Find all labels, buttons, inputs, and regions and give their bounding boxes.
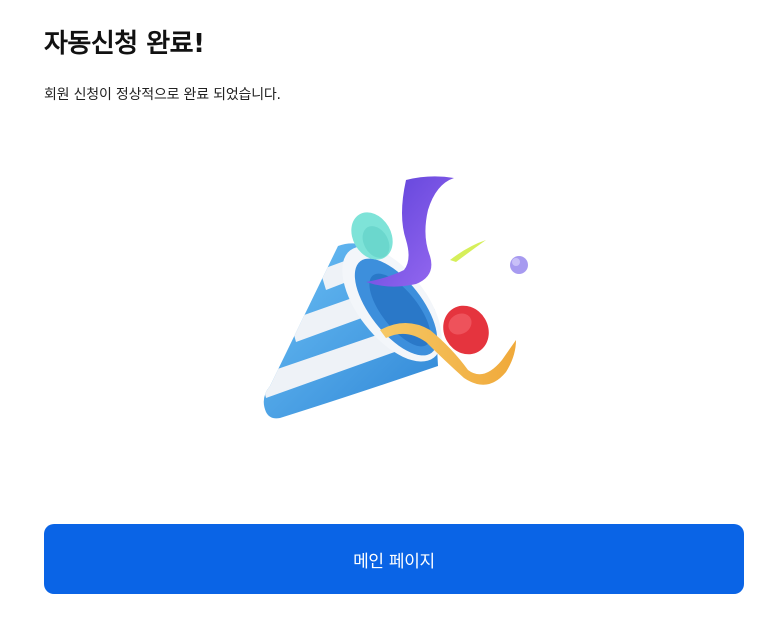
page-title: 자동신청 완료!	[44, 29, 205, 59]
completion-message: 회원 신청이 정상적으로 완료 되었습니다.	[44, 87, 281, 103]
main-page-button[interactable]: 메인 페이지	[44, 524, 744, 594]
lavender-confetti	[510, 256, 528, 274]
lime-confetti	[450, 240, 486, 262]
party-popper-icon	[263, 176, 528, 419]
party-popper-illustration	[230, 160, 550, 440]
